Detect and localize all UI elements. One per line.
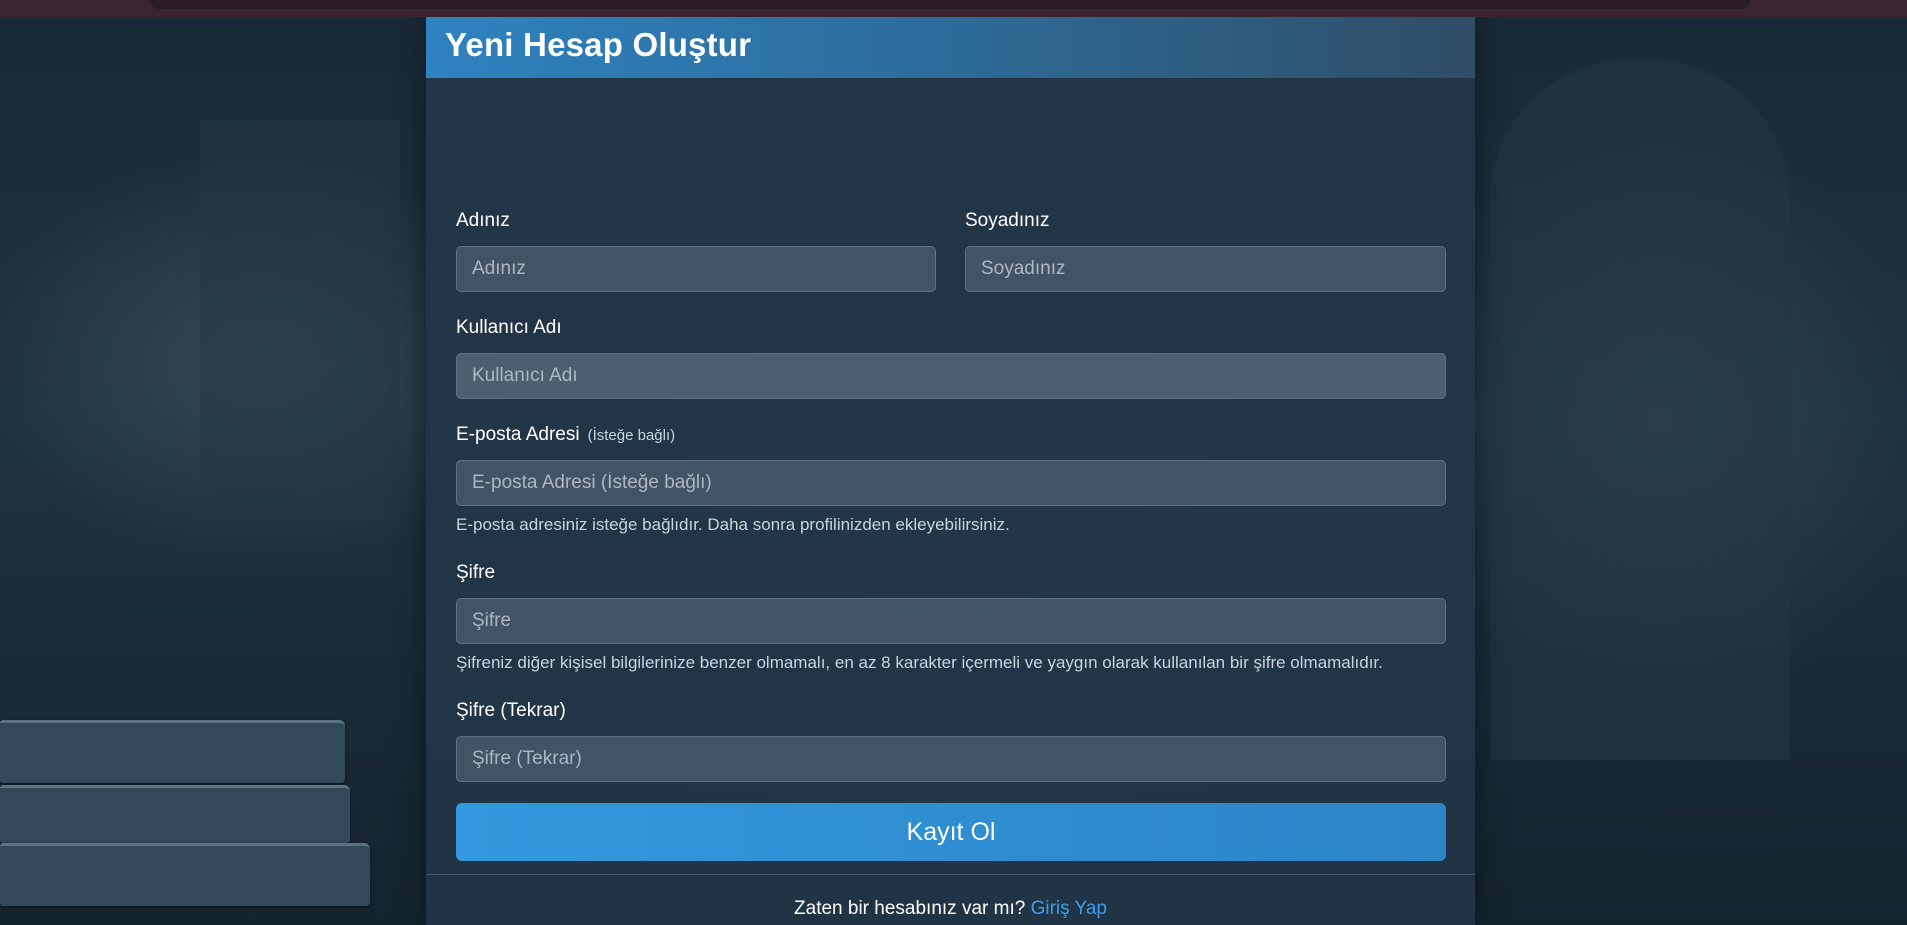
browser-top-bar <box>0 0 1907 17</box>
footer-divider <box>426 874 1475 875</box>
username-label: Kullanıcı Adı <box>456 317 562 338</box>
password-confirm-label: Şifre (Tekrar) <box>456 700 566 721</box>
first-name-label: Adınız <box>456 210 510 231</box>
username-input[interactable] <box>456 353 1446 399</box>
book-shape <box>0 720 345 783</box>
browser-url-bar[interactable] <box>150 0 1750 9</box>
person-silhouette <box>1490 60 1790 760</box>
login-prompt-text: Zaten bir hesabınız var mı? <box>794 898 1026 919</box>
email-label: E-posta Adresi (İsteğe bağlı) <box>456 424 675 446</box>
login-prompt: Zaten bir hesabınız var mı? Giriş Yap <box>426 898 1475 920</box>
email-help-text: E-posta adresiniz isteğe bağlıdır. Daha … <box>456 515 1010 534</box>
password-input[interactable] <box>456 598 1446 644</box>
password-help-text: Şifreniz diğer kişisel bilgilerinize ben… <box>456 653 1383 672</box>
last-name-input[interactable] <box>965 246 1446 292</box>
password-confirm-input[interactable] <box>456 736 1446 782</box>
page-title: Yeni Hesap Oluştur <box>445 26 752 63</box>
login-link[interactable]: Giriş Yap <box>1031 898 1107 919</box>
password-label: Şifre <box>456 562 496 583</box>
card-header: Yeni Hesap Oluştur <box>426 17 1475 78</box>
last-name-label: Soyadınız <box>965 210 1050 231</box>
email-optional-tag: (İsteğe bağlı) <box>587 427 676 444</box>
email-input[interactable] <box>456 460 1446 506</box>
email-label-text: E-posta Adresi <box>456 424 580 445</box>
bookshelf-shape <box>200 120 400 520</box>
book-shape <box>0 843 370 906</box>
register-button[interactable]: Kayıt Ol <box>456 803 1446 861</box>
book-shape <box>0 785 350 843</box>
first-name-input[interactable] <box>456 246 936 292</box>
register-card: Yeni Hesap Oluştur Adınız Soyadınız Kull… <box>426 17 1475 925</box>
